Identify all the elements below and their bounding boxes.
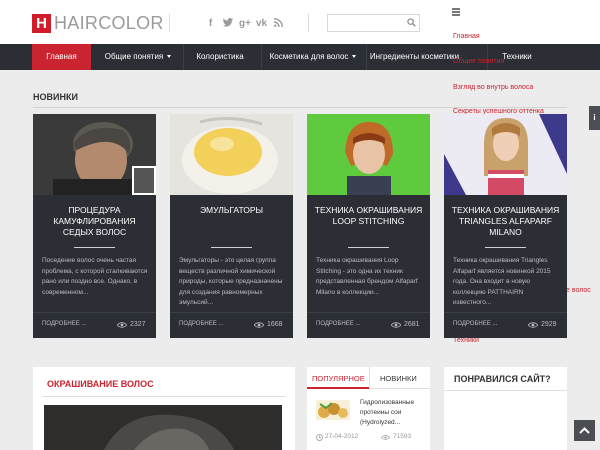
side-menu-item[interactable]: Общие понятия [453, 58, 504, 65]
eye-icon [254, 322, 264, 328]
side-menu-item[interactable]: Техники [453, 337, 479, 344]
article-excerpt: Техника окрашивания Triangles Alfaparf я… [453, 257, 551, 306]
item-thumbnail[interactable] [316, 400, 350, 420]
panel-title: ОКРАШИВАНИЕ ВОЛОС [47, 379, 154, 389]
side-menu-item[interactable]: Взгляд во внутрь волоса [453, 84, 533, 91]
side-menu-item[interactable]: е волос [566, 287, 591, 294]
read-more-link[interactable]: ПОДРОБНЕЕ ... [179, 321, 223, 327]
header-divider [169, 14, 170, 32]
logo-text: HAIRCOLOR [54, 13, 164, 33]
header-divider [308, 14, 309, 32]
search-box [327, 14, 420, 33]
logo[interactable]: H HAIRCOLOR [32, 13, 164, 34]
article-title[interactable]: ТЕХНИКА ОКРАШИВАНИЯ TRIANGLES ALFAPARF M… [450, 205, 561, 238]
eye-icon [391, 322, 401, 328]
info-tab[interactable]: i [589, 106, 600, 130]
search-input[interactable] [328, 17, 404, 33]
article-title[interactable]: ТЕХНИКА ОКРАШИВАНИЯ LOOP STITCHING [313, 205, 424, 227]
read-more-link[interactable]: ПОДРОБНЕЕ ... [453, 321, 497, 327]
item-views: 71593 [393, 433, 412, 440]
article-card[interactable]: ЭМУЛЬГАТОРЫ Эмульгаторы - это целая груп… [170, 114, 293, 338]
read-more-link[interactable]: ПОДРОБНЕЕ ... [316, 321, 360, 327]
article-image[interactable] [444, 114, 567, 195]
article-card[interactable]: ТЕХНИКА ОКРАШИВАНИЯ LOOP STITCHING Техни… [307, 114, 430, 338]
article-image[interactable] [307, 114, 430, 195]
clock-icon [316, 434, 323, 441]
item-date: 27-04-2012 [325, 433, 359, 440]
article-card[interactable]: ПРОЦЕДУРА КАМУФЛИРОВАНИЯ СЕДЫХ ВОЛОС Пос… [33, 114, 156, 338]
article-image[interactable] [44, 405, 282, 450]
twitter-icon[interactable] [222, 18, 233, 30]
site-header: H HAIRCOLOR f g+ vk [0, 0, 600, 44]
nav-item-general[interactable]: Общие понятия [94, 44, 182, 70]
search-icon[interactable] [407, 18, 416, 27]
article-excerpt: Поседение волос очень частая проблема, с… [42, 257, 148, 296]
view-count: 2681 [404, 321, 420, 328]
nav-item-coloristics[interactable]: Колористика [184, 44, 256, 70]
article-title[interactable]: ЭМУЛЬГАТОРЫ [176, 205, 287, 216]
menu-toggle-icon[interactable] [452, 8, 460, 17]
view-count: 2929 [541, 321, 557, 328]
article-title[interactable]: ПРОЦЕДУРА КАМУФЛИРОВАНИЯ СЕДЫХ ВОЛОС [39, 205, 150, 238]
nav-item-techniques[interactable]: Техники [488, 44, 546, 70]
view-count: 1668 [267, 321, 283, 328]
article-card[interactable]: ТЕХНИКА ОКРАШИВАНИЯ TRIANGLES ALFAPARF M… [444, 114, 567, 338]
tabs-panel: ПОПУЛЯРНОЕ НОВИНКИ Гидролизованные проте… [307, 367, 430, 450]
caret-down-icon [352, 55, 357, 59]
facebook-icon[interactable]: f [205, 18, 216, 30]
liked-panel: ПОНРАВИЛСЯ САЙТ? [444, 367, 567, 450]
nav-item-home[interactable]: Главная [32, 44, 91, 70]
eye-icon [117, 322, 127, 328]
coloring-panel: ОКРАШИВАНИЕ ВОЛОС [33, 367, 295, 450]
scroll-to-top-button[interactable] [574, 420, 595, 441]
logo-letter: H [32, 14, 51, 33]
chevron-up-icon [579, 427, 590, 434]
read-more-link[interactable]: ПОДРОБНЕЕ ... [42, 321, 86, 327]
article-excerpt: Техника окрашивания Loop Stitching - это… [316, 257, 418, 296]
caret-down-icon [167, 55, 172, 59]
nav-item-ingredients[interactable]: Ингредиенты косметики [367, 44, 462, 70]
social-links: f g+ vk [205, 18, 284, 30]
eye-icon [381, 435, 390, 440]
section-divider [33, 107, 567, 108]
main-nav: Главная Общие понятия Колористика Космет… [0, 44, 600, 70]
item-title[interactable]: Гидролизованные протеины сои (Hydrolyzed… [360, 398, 426, 428]
google-plus-icon[interactable]: g+ [239, 18, 251, 30]
eye-icon [528, 322, 538, 328]
side-menu-item[interactable]: Главная [453, 33, 480, 40]
page: H HAIRCOLOR f g+ vk Главная Общие поняти… [0, 0, 600, 450]
vk-icon[interactable]: vk [256, 18, 267, 30]
tab-new[interactable]: НОВИНКИ [380, 374, 417, 383]
rss-icon[interactable] [273, 18, 284, 30]
view-count: 2327 [130, 321, 146, 328]
tab-popular[interactable]: ПОПУЛЯРНОЕ [312, 374, 365, 383]
article-image[interactable] [170, 114, 293, 195]
section-title: НОВИНКИ [33, 92, 78, 102]
article-excerpt: Эмульгаторы - это целая группа веществ р… [179, 257, 283, 306]
article-image[interactable] [33, 114, 156, 195]
panel-title: ПОНРАВИЛСЯ САЙТ? [454, 374, 551, 384]
nav-item-cosmetics[interactable]: Косметика для волос [262, 44, 364, 70]
